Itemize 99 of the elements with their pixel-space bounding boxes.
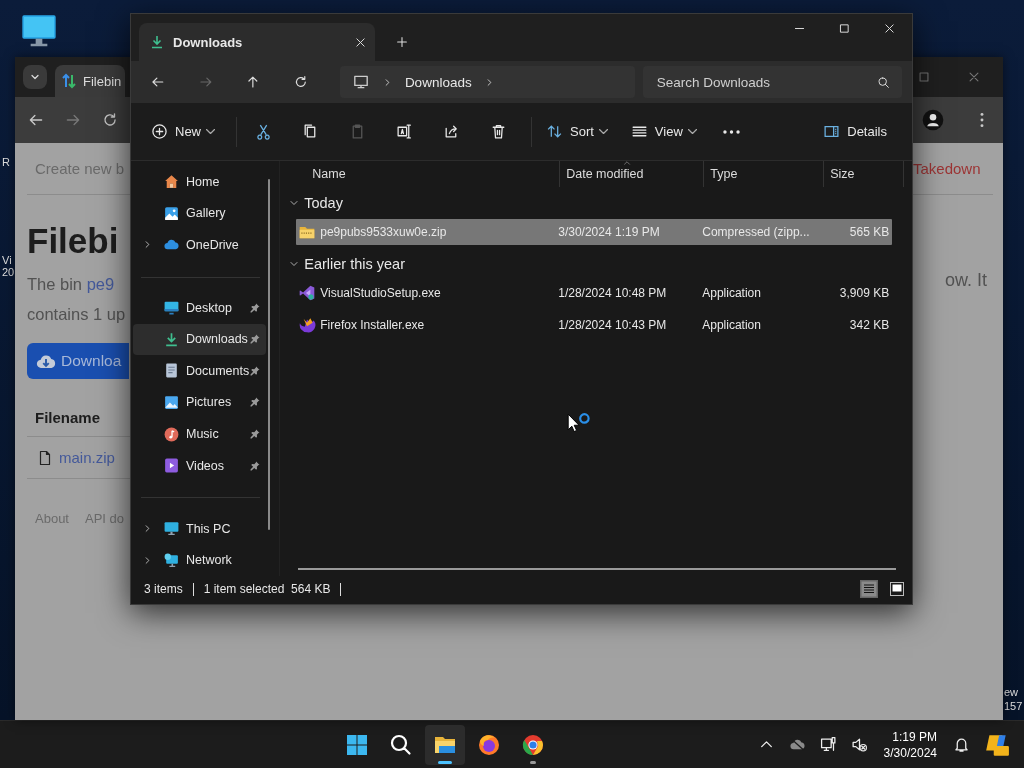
wired-network-icon[interactable]: [819, 736, 837, 753]
sort-button[interactable]: Sort: [538, 115, 616, 148]
new-button[interactable]: New: [143, 115, 223, 148]
folder-tab[interactable]: Downloads: [139, 23, 375, 61]
download-icon: [163, 330, 180, 348]
tsearch-icon: [388, 732, 413, 757]
scrollbar[interactable]: [298, 568, 897, 570]
sidebar-item[interactable]: Downloads: [133, 323, 267, 356]
item-count: 3 items: [144, 582, 183, 596]
table-cell-text: 3,909 KB: [838, 286, 891, 300]
sidebar-item[interactable]: Music: [133, 418, 267, 450]
videos-icon: [163, 457, 180, 475]
maximize-button[interactable]: [838, 22, 851, 35]
installer-icon: [298, 316, 317, 334]
file-name: Firefox Installer.exe: [320, 318, 425, 332]
sidebar-item[interactable]: Desktop: [133, 292, 267, 324]
start-icon: [344, 732, 369, 757]
volume-muted-icon[interactable]: [850, 736, 868, 753]
sidebar-item[interactable]: This PC: [133, 512, 267, 545]
tab-title: Filebin: [83, 73, 122, 89]
file-row[interactable]: pe9pubs9533xuw0e.zip 3/30/2024 1:19 PM Compressed (zipp... 565 KB: [296, 219, 893, 245]
desktop-icon: [163, 299, 180, 317]
desktop-label: R: [2, 156, 11, 168]
pc-icon: [163, 520, 180, 538]
column-header: Filename: [35, 409, 101, 426]
panel-icon: [823, 123, 841, 140]
column-header[interactable]: Type: [704, 161, 825, 187]
profile-icon[interactable]: [922, 109, 944, 131]
sidebar-item[interactable]: Documents: [133, 355, 267, 387]
music-icon: [163, 425, 180, 443]
file-row[interactable]: Firefox Installer.exe 1/28/2024 10:43 PM Application 342 KB: [296, 312, 893, 338]
column-header[interactable]: Date modified: [560, 161, 705, 187]
file-name: VisualStudioSetup.exe: [320, 286, 441, 300]
download-button[interactable]: Downloa: [27, 343, 129, 379]
close-button[interactable]: [883, 22, 896, 35]
watermark-text: 157: [1004, 699, 1023, 713]
table-cell-text: Application: [701, 318, 762, 332]
home-icon: [163, 173, 180, 191]
page-heading: Filebi: [27, 221, 120, 261]
sidebar-item[interactable]: Home: [133, 166, 267, 198]
sort-icon: [546, 123, 563, 140]
table-cell-text: 342 KB: [848, 318, 891, 332]
table-cell-text: 3/30/2024 1:19 PM: [557, 225, 661, 239]
download-icon: [149, 34, 165, 50]
intro-text: ow. It: [944, 270, 989, 291]
table-cell-text: Compressed (zipp...: [701, 225, 811, 239]
network-icon: [163, 551, 180, 569]
scrollbar[interactable]: [268, 179, 271, 530]
refresh-button[interactable]: [293, 74, 309, 90]
reload-button[interactable]: [101, 111, 119, 129]
sidebar-item[interactable]: OneDrive: [133, 229, 267, 261]
folder-app-button[interactable]: [424, 724, 465, 765]
table-cell-text: 1/28/2024 10:43 PM: [557, 318, 668, 332]
sidebar-item[interactable]: Videos: [133, 449, 267, 482]
file-name: pe9pubs9533xuw0e.zip: [320, 225, 447, 239]
column-header[interactable]: Size: [824, 161, 905, 187]
file-icon: [37, 449, 53, 466]
new-tab-button[interactable]: [395, 35, 409, 49]
breadcrumb-item[interactable]: Downloads: [404, 74, 472, 90]
arrows-icon: [61, 73, 77, 89]
documents-icon: [163, 362, 180, 380]
file-row[interactable]: VisualStudioSetup.exe 1/28/2024 10:48 PM Application 3,909 KB: [296, 280, 893, 306]
browser-tab[interactable]: Filebin: [55, 65, 125, 97]
installer-icon: [298, 284, 317, 302]
desktop-label: Vi: [2, 254, 13, 266]
sidebar-item[interactable]: Network: [133, 544, 267, 576]
watermark-text: ew: [1004, 685, 1020, 699]
details-button[interactable]: Details: [815, 115, 895, 148]
column-header[interactable]: Name: [288, 161, 561, 187]
cut-icon: [254, 123, 272, 140]
address-bar[interactable]: Downloads: [339, 66, 635, 98]
group-header[interactable]: Today: [288, 187, 905, 219]
chrome-icon: [520, 732, 545, 757]
tab-list-button[interactable]: [23, 65, 47, 89]
pictures-icon: [163, 394, 180, 411]
table-cell-text: Application: [701, 286, 762, 300]
selection-info: 1 item selected 564 KB: [203, 582, 331, 596]
monitor-icon: [351, 73, 370, 91]
sidebar-item[interactable]: Pictures: [133, 386, 267, 419]
table-cell-text: 1/28/2024 10:48 PM: [557, 286, 668, 300]
desktop-label: 20: [2, 266, 15, 278]
gallery-icon: [163, 204, 180, 222]
tiles-view-button[interactable]: [888, 580, 906, 598]
group-header[interactable]: Earlier this year: [288, 248, 905, 280]
search-icon: [877, 76, 890, 89]
notifications-button[interactable]: [953, 736, 970, 753]
details-view-button[interactable]: [860, 580, 878, 598]
more-icon: [723, 129, 741, 134]
sidebar-item[interactable]: Gallery: [133, 197, 267, 230]
search-field[interactable]: Search Downloads: [642, 66, 902, 98]
clock[interactable]: 1:19 PM 3/30/2024: [883, 728, 937, 761]
table-cell-text: 565 KB: [848, 225, 891, 239]
intro-text: contains 1 up: [27, 304, 126, 325]
close-tab-button[interactable]: [354, 35, 367, 49]
view-button[interactable]: View: [622, 115, 705, 148]
rename-icon: [395, 123, 413, 140]
intro-text: The bin pe9: [27, 274, 115, 295]
cloud-off-icon[interactable]: [788, 736, 806, 753]
ffapp-icon: [476, 732, 501, 757]
